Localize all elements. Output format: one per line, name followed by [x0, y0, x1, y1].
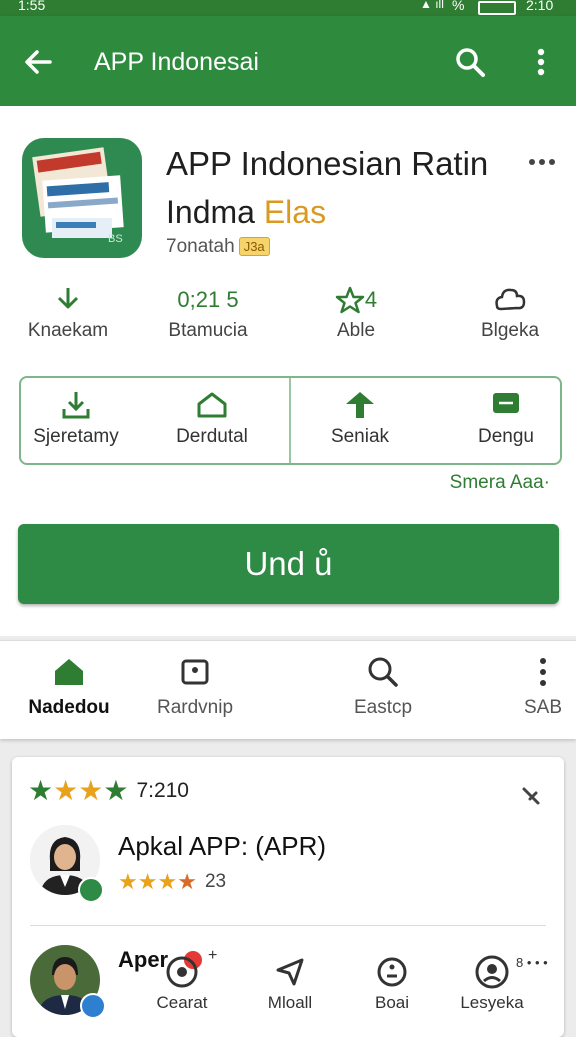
stat-rating-value: 4: [296, 284, 416, 316]
reviewer-rating: ★ ★ ★ ★ 23: [118, 869, 226, 895]
signal-icon: ▲ ıll: [420, 0, 444, 11]
action-label: Mloall: [267, 993, 313, 1012]
app-bar-title: APP Indonesai: [94, 48, 259, 76]
tab-home[interactable]: Nadedou: [4, 655, 134, 719]
developer-name[interactable]: 7onatah: [166, 236, 235, 257]
rating-text: 7:210: [136, 779, 189, 802]
tab-bar: Nadedou Rardvnip Eastcp SAB: [0, 640, 576, 739]
stat-value: 4: [364, 287, 378, 312]
star-icon: ★: [157, 869, 178, 894]
reviewer-name: Apkal APP: (APR): [118, 831, 327, 861]
house-filled-icon: [295, 388, 425, 422]
review-action[interactable]: Mloall: [240, 953, 340, 1013]
review-action[interactable]: Cearat: [132, 953, 232, 1013]
battery-percent: %: [452, 0, 465, 13]
action-label: Cearat: [156, 993, 208, 1012]
star-icon: ★: [28, 775, 54, 806]
stat-label: Btamucia: [168, 320, 248, 341]
collapse-icon[interactable]: [518, 783, 544, 809]
divider: [30, 925, 546, 926]
chat-icon: [441, 388, 571, 422]
svg-text:BS: BS: [108, 233, 123, 245]
feature-item[interactable]: Dengu: [441, 388, 571, 448]
home-icon: [4, 655, 134, 689]
stat-category: Blgeka: [450, 284, 570, 342]
action-label: Boai: [374, 993, 410, 1012]
action-label: Lesyeka: [460, 993, 524, 1012]
stat-label: Able: [336, 320, 376, 341]
app-logo-icon[interactable]: BS: [22, 138, 142, 258]
feature-label: Dengu: [478, 426, 534, 447]
home-outline-icon: [147, 388, 277, 422]
star-icon: ★: [53, 775, 79, 806]
battery-icon: [478, 1, 516, 15]
tab-label: Eastcp: [353, 697, 413, 718]
reviews-card: ★ ★ ★ ★ 7:210 Apkal APP: (APR) ★ ★ ★ ★ 2…: [12, 757, 564, 1037]
stat-downloads: Knaekam: [8, 284, 128, 342]
feature-item[interactable]: Seniak: [295, 388, 425, 448]
feature-label: Sjeretamy: [33, 426, 119, 447]
status-time: 2:10: [526, 0, 554, 13]
review-action[interactable]: Lesyeka: [442, 953, 542, 1013]
content-rating-badge: J3a: [238, 237, 270, 257]
feature-label: Seniak: [330, 426, 390, 447]
verified-badge-icon: [80, 993, 106, 1019]
stat-label: Knaekam: [27, 320, 109, 341]
puzzle-icon: [450, 284, 570, 316]
account-circle-icon: [442, 953, 542, 991]
app-title-accent: Elas: [263, 194, 327, 230]
star-icon: ★: [78, 775, 104, 806]
star-icon: ★: [177, 869, 197, 894]
app-title-line1: APP Indonesian Ratin: [166, 145, 489, 182]
install-button[interactable]: Und ů: [18, 524, 559, 604]
more-vert-icon: [478, 655, 576, 689]
send-icon: [240, 953, 340, 991]
status-left-text: 1:55: [18, 0, 46, 13]
app-bar: APP Indonesai: [0, 16, 576, 106]
feature-item[interactable]: Sjeretamy: [11, 388, 141, 448]
star-icon: ★: [103, 775, 129, 806]
star-icon: ★: [118, 869, 138, 894]
stat-label: Blgeka: [480, 320, 540, 341]
tab-more[interactable]: SAB: [478, 655, 576, 719]
tab-label: Rardvnip: [156, 697, 234, 718]
tab-updates[interactable]: Rardvnip: [130, 655, 260, 719]
star-outline-icon: [335, 286, 365, 314]
face-icon: [342, 953, 442, 991]
download-tray-icon: [11, 388, 141, 422]
app-title-main: Indma: [166, 194, 255, 230]
media-icon: [130, 655, 260, 689]
tab-search[interactable]: Eastcp: [318, 655, 448, 719]
stat-rating: 4 Able: [296, 284, 416, 342]
app-options-icon[interactable]: [524, 150, 560, 174]
verified-badge-icon: [78, 877, 104, 903]
more-vert-icon[interactable]: [526, 42, 556, 82]
app-title-line2: Indma Elas: [166, 193, 326, 231]
review-action[interactable]: Boai: [342, 953, 442, 1013]
divider: [289, 378, 291, 463]
search-icon: [318, 655, 448, 689]
star-icon: ★: [137, 869, 158, 894]
tab-label: SAB: [523, 697, 563, 718]
review-count: 23: [204, 871, 227, 892]
download-icon: [8, 284, 128, 316]
chat-bubble-icon: [132, 953, 232, 991]
stat-size: 0;21 5 Btamucia: [148, 284, 268, 342]
overall-rating: ★ ★ ★ ★ 7:210: [28, 777, 189, 805]
stat-value: 0;21 5: [177, 287, 239, 312]
feature-label: Derdutal: [176, 426, 248, 447]
status-bar: 1:55 ▲ ıll % 2:10: [0, 0, 576, 16]
search-icon[interactable]: [450, 42, 490, 82]
developer-line: 7onatah J3a: [166, 236, 270, 258]
see-more-link[interactable]: Smera Aaa·: [450, 472, 550, 494]
tab-label: Nadedou: [28, 697, 110, 718]
features-box: Sjeretamy Derdutal Seniak Dengu: [19, 376, 562, 465]
back-arrow-icon[interactable]: [18, 42, 58, 82]
feature-item[interactable]: Derdutal: [147, 388, 277, 448]
